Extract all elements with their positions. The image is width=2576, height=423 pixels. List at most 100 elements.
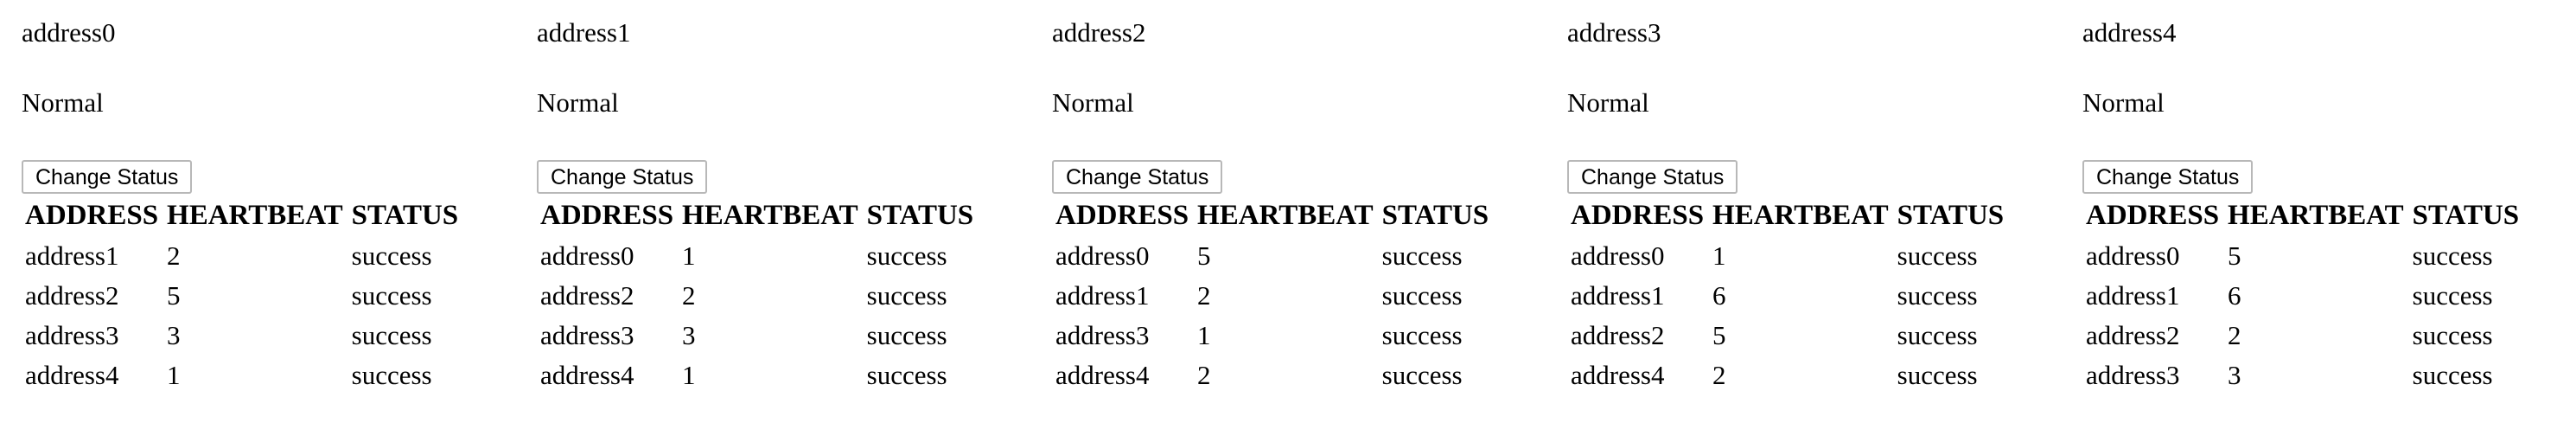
heartbeat-count-cell: 6 [1712, 280, 1726, 311]
peer-address-cell: address2 [1571, 320, 1665, 350]
status-cell: success [1897, 280, 1978, 311]
table-row: address4 1 success [537, 356, 979, 395]
column-header-status: STATUS [866, 199, 974, 231]
peer-address-cell: address0 [1055, 240, 1150, 271]
heartbeat-count-cell: 5 [167, 280, 181, 311]
status-cell: success [2412, 240, 2493, 271]
status-cell: success [2412, 280, 2493, 311]
peer-address-cell: address3 [540, 320, 634, 350]
change-status-button[interactable]: Change Status [2082, 160, 2254, 194]
heartbeat-table: ADDRESS HEARTBEAT STATUS address0 1 success ad… [1567, 195, 2009, 395]
change-status-button[interactable]: Change Status [22, 160, 193, 194]
table-row: address0 1 success [1567, 236, 2009, 276]
heartbeat-count-cell: 2 [2228, 320, 2241, 350]
heartbeat-count-cell: 3 [682, 320, 696, 350]
change-status-button[interactable]: Change Status [1567, 160, 1738, 194]
status-cell: success [1381, 360, 1463, 390]
change-status-button[interactable]: Change Status [537, 160, 708, 194]
status-cell: success [1381, 240, 1463, 271]
status-cell: success [1381, 320, 1463, 350]
status-cell: success [351, 280, 432, 311]
heartbeat-count-cell: 1 [167, 360, 181, 390]
node-state-label: Normal [1567, 87, 1649, 118]
table-row: address1 6 success [1567, 276, 2009, 316]
peer-address-cell: address4 [540, 360, 634, 390]
column-header-heartbeat: HEARTBEAT [1197, 199, 1374, 231]
heartbeat-count-cell: 2 [682, 280, 696, 311]
node-panel: address1 Normal Change Status ADDRESS HEARTB… [515, 0, 1030, 423]
table-row: address1 2 success [1052, 276, 1494, 316]
status-cell: success [2412, 360, 2493, 390]
heartbeat-count-cell: 1 [682, 360, 696, 390]
heartbeat-count-cell: 3 [2228, 360, 2241, 390]
heartbeat-count-cell: 5 [1197, 240, 1211, 271]
peer-address-cell: address4 [1571, 360, 1665, 390]
status-cell: success [1897, 320, 1978, 350]
table-header-row: ADDRESS HEARTBEAT STATUS [1567, 195, 2009, 236]
peer-address-cell: address0 [1571, 240, 1665, 271]
status-cell: success [1897, 360, 1978, 390]
column-header-address: ADDRESS [1055, 199, 1189, 231]
peer-address-cell: address4 [1055, 360, 1150, 390]
table-row: address1 2 success [22, 236, 463, 276]
column-header-status: STATUS [1381, 199, 1489, 231]
node-state-label: Normal [1052, 87, 1134, 118]
table-header-row: ADDRESS HEARTBEAT STATUS [22, 195, 463, 236]
table-row: address4 2 success [1052, 356, 1494, 395]
peer-address-cell: address3 [25, 320, 119, 350]
table-row: address4 1 success [22, 356, 463, 395]
status-cell: success [351, 360, 432, 390]
status-cell: success [1381, 280, 1463, 311]
node-state-label: Normal [537, 87, 619, 118]
heartbeat-count-cell: 5 [2228, 240, 2241, 271]
column-header-address: ADDRESS [1571, 199, 1705, 231]
node-state-label: Normal [2082, 87, 2165, 118]
column-header-address: ADDRESS [25, 199, 159, 231]
heartbeat-count-cell: 5 [1712, 320, 1726, 350]
column-header-address: ADDRESS [540, 199, 674, 231]
column-header-status: STATUS [1897, 199, 2005, 231]
peer-address-cell: address1 [1055, 280, 1150, 311]
status-cell: success [351, 240, 432, 271]
table-header-row: ADDRESS HEARTBEAT STATUS [537, 195, 979, 236]
heartbeat-count-cell: 2 [1197, 360, 1211, 390]
table-row: address3 1 success [1052, 316, 1494, 356]
node-panel: address2 Normal Change Status ADDRESS HEARTB… [1030, 0, 1545, 423]
node-address-label: address4 [2082, 17, 2177, 48]
table-row: address0 5 success [2082, 236, 2524, 276]
peer-address-cell: address2 [2086, 320, 2180, 350]
table-header-row: ADDRESS HEARTBEAT STATUS [1052, 195, 1494, 236]
status-cell: success [866, 360, 947, 390]
heartbeat-table: ADDRESS HEARTBEAT STATUS address0 5 success ad… [2082, 195, 2524, 395]
table-row: address3 3 success [537, 316, 979, 356]
heartbeat-count-cell: 6 [2228, 280, 2241, 311]
node-address-label: address0 [22, 17, 116, 48]
table-row: address1 6 success [2082, 276, 2524, 316]
heartbeat-table: ADDRESS HEARTBEAT STATUS address0 5 success ad… [1052, 195, 1494, 395]
status-cell: success [866, 320, 947, 350]
status-cell: success [2412, 320, 2493, 350]
peer-address-cell: address1 [1571, 280, 1665, 311]
table-row: address2 5 success [1567, 316, 2009, 356]
column-header-status: STATUS [351, 199, 459, 231]
node-panel: address3 Normal Change Status ADDRESS HEARTB… [1546, 0, 2060, 423]
node-panel: address0 Normal Change Status ADDRESS HEARTB… [0, 0, 514, 423]
column-header-heartbeat: HEARTBEAT [1712, 199, 1889, 231]
table-row: address0 5 success [1052, 236, 1494, 276]
heartbeat-table: ADDRESS HEARTBEAT STATUS address1 2 success ad… [22, 195, 463, 395]
heartbeat-count-cell: 2 [1712, 360, 1726, 390]
table-row: address0 1 success [537, 236, 979, 276]
peer-address-cell: address0 [540, 240, 634, 271]
status-cell: success [866, 280, 947, 311]
heartbeat-count-cell: 2 [1197, 280, 1211, 311]
peer-address-cell: address2 [540, 280, 634, 311]
status-cell: success [866, 240, 947, 271]
peer-address-cell: address0 [2086, 240, 2180, 271]
change-status-button[interactable]: Change Status [1052, 160, 1223, 194]
table-row: address3 3 success [2082, 356, 2524, 395]
peer-address-cell: address1 [2086, 280, 2180, 311]
table-row: address2 2 success [2082, 316, 2524, 356]
peer-address-cell: address1 [25, 240, 119, 271]
heartbeat-count-cell: 3 [167, 320, 181, 350]
table-row: address4 2 success [1567, 356, 2009, 395]
